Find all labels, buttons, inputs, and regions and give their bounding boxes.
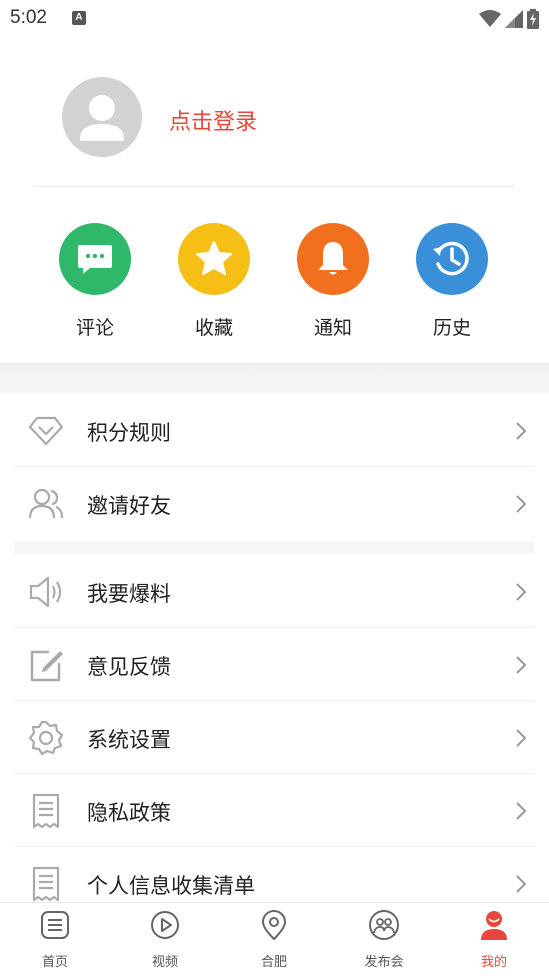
press-conference-icon bbox=[369, 910, 399, 940]
home-icon bbox=[41, 911, 69, 939]
bottom-navigation: 首页 视频 合肥 发布会 我的 bbox=[0, 902, 549, 976]
video-icon bbox=[151, 911, 179, 939]
nav-tab-label: 我的 bbox=[480, 955, 507, 970]
chevron-right-icon bbox=[516, 802, 527, 820]
menu-item-settings[interactable]: 系统设置 bbox=[15, 701, 534, 774]
quick-action-comment[interactable]: 评论 bbox=[35, 223, 155, 340]
gear-icon bbox=[28, 720, 64, 756]
signal-icon bbox=[505, 10, 523, 28]
location-icon bbox=[261, 910, 287, 941]
quick-action-label: 通知 bbox=[313, 317, 352, 339]
divider bbox=[34, 186, 515, 187]
quick-action-label: 收藏 bbox=[194, 317, 233, 339]
section-separator bbox=[0, 363, 549, 393]
chevron-right-icon bbox=[516, 422, 527, 440]
friends-icon bbox=[28, 488, 64, 519]
quick-actions: 评论 收藏 通知 历史 bbox=[0, 188, 549, 363]
history-icon bbox=[416, 223, 488, 295]
bell-icon bbox=[297, 223, 369, 295]
menu-item-privacy-policy[interactable]: 隐私政策 bbox=[15, 774, 534, 847]
menu-item-label: 邀请好友 bbox=[87, 494, 171, 518]
quick-action-label: 评论 bbox=[75, 317, 114, 339]
nav-tab-mine[interactable]: 我的 bbox=[454, 909, 534, 970]
nav-tab-video[interactable]: 视频 bbox=[125, 909, 205, 970]
battery-charging-icon bbox=[527, 9, 539, 29]
default-avatar-icon[interactable] bbox=[62, 77, 142, 157]
chevron-right-icon bbox=[516, 729, 527, 747]
notification-badge: A bbox=[72, 11, 86, 25]
menu-item-submit-tip[interactable]: 我要爆料 bbox=[15, 555, 534, 628]
chevron-right-icon bbox=[516, 583, 527, 601]
menu-item-label: 我要爆料 bbox=[87, 582, 171, 606]
nav-tab-home[interactable]: 首页 bbox=[15, 909, 95, 970]
menu-item-label: 个人信息收集清单 bbox=[87, 874, 255, 898]
chevron-right-icon bbox=[516, 495, 527, 513]
menu-item-label: 系统设置 bbox=[87, 728, 171, 752]
chevron-right-icon bbox=[516, 656, 527, 674]
section-separator bbox=[15, 541, 534, 554]
wifi-icon bbox=[479, 10, 501, 27]
nav-tab-label: 视频 bbox=[151, 955, 178, 970]
quick-action-notifications[interactable]: 通知 bbox=[273, 223, 393, 340]
menu-item-label: 意见反馈 bbox=[87, 655, 171, 679]
nav-tab-label: 合肥 bbox=[260, 955, 287, 970]
profile-icon bbox=[481, 911, 507, 940]
status-time: 5:02 bbox=[10, 7, 47, 28]
quick-action-label: 历史 bbox=[432, 317, 471, 339]
nav-tab-label: 发布会 bbox=[364, 955, 404, 970]
megaphone-icon bbox=[29, 576, 62, 608]
status-bar: 5:02 A bbox=[0, 0, 549, 38]
edit-icon bbox=[30, 650, 63, 682]
status-icons bbox=[479, 7, 539, 31]
quick-action-history[interactable]: 历史 bbox=[392, 223, 512, 340]
login-link[interactable]: 点击登录 bbox=[169, 104, 257, 136]
menu-item-label: 积分规则 bbox=[87, 421, 171, 445]
profile-header[interactable]: 点击登录 bbox=[0, 38, 549, 188]
nav-tab-press-conference[interactable]: 发布会 bbox=[344, 909, 424, 970]
quick-action-favorite[interactable]: 收藏 bbox=[154, 223, 274, 340]
document-icon bbox=[32, 793, 60, 829]
nav-tab-label: 首页 bbox=[41, 955, 68, 970]
comment-icon bbox=[59, 223, 131, 295]
menu-item-feedback[interactable]: 意见反馈 bbox=[15, 628, 534, 701]
menu-item-invite-friends[interactable]: 邀请好友 bbox=[15, 467, 534, 540]
menu-item-points-rules[interactable]: 积分规则 bbox=[15, 394, 534, 467]
chevron-right-icon bbox=[516, 875, 527, 893]
document-list-icon bbox=[32, 866, 60, 902]
menu-item-label: 隐私政策 bbox=[87, 801, 171, 825]
star-icon bbox=[178, 223, 250, 295]
nav-tab-hefei[interactable]: 合肥 bbox=[234, 909, 314, 970]
diamond-icon bbox=[28, 416, 64, 446]
